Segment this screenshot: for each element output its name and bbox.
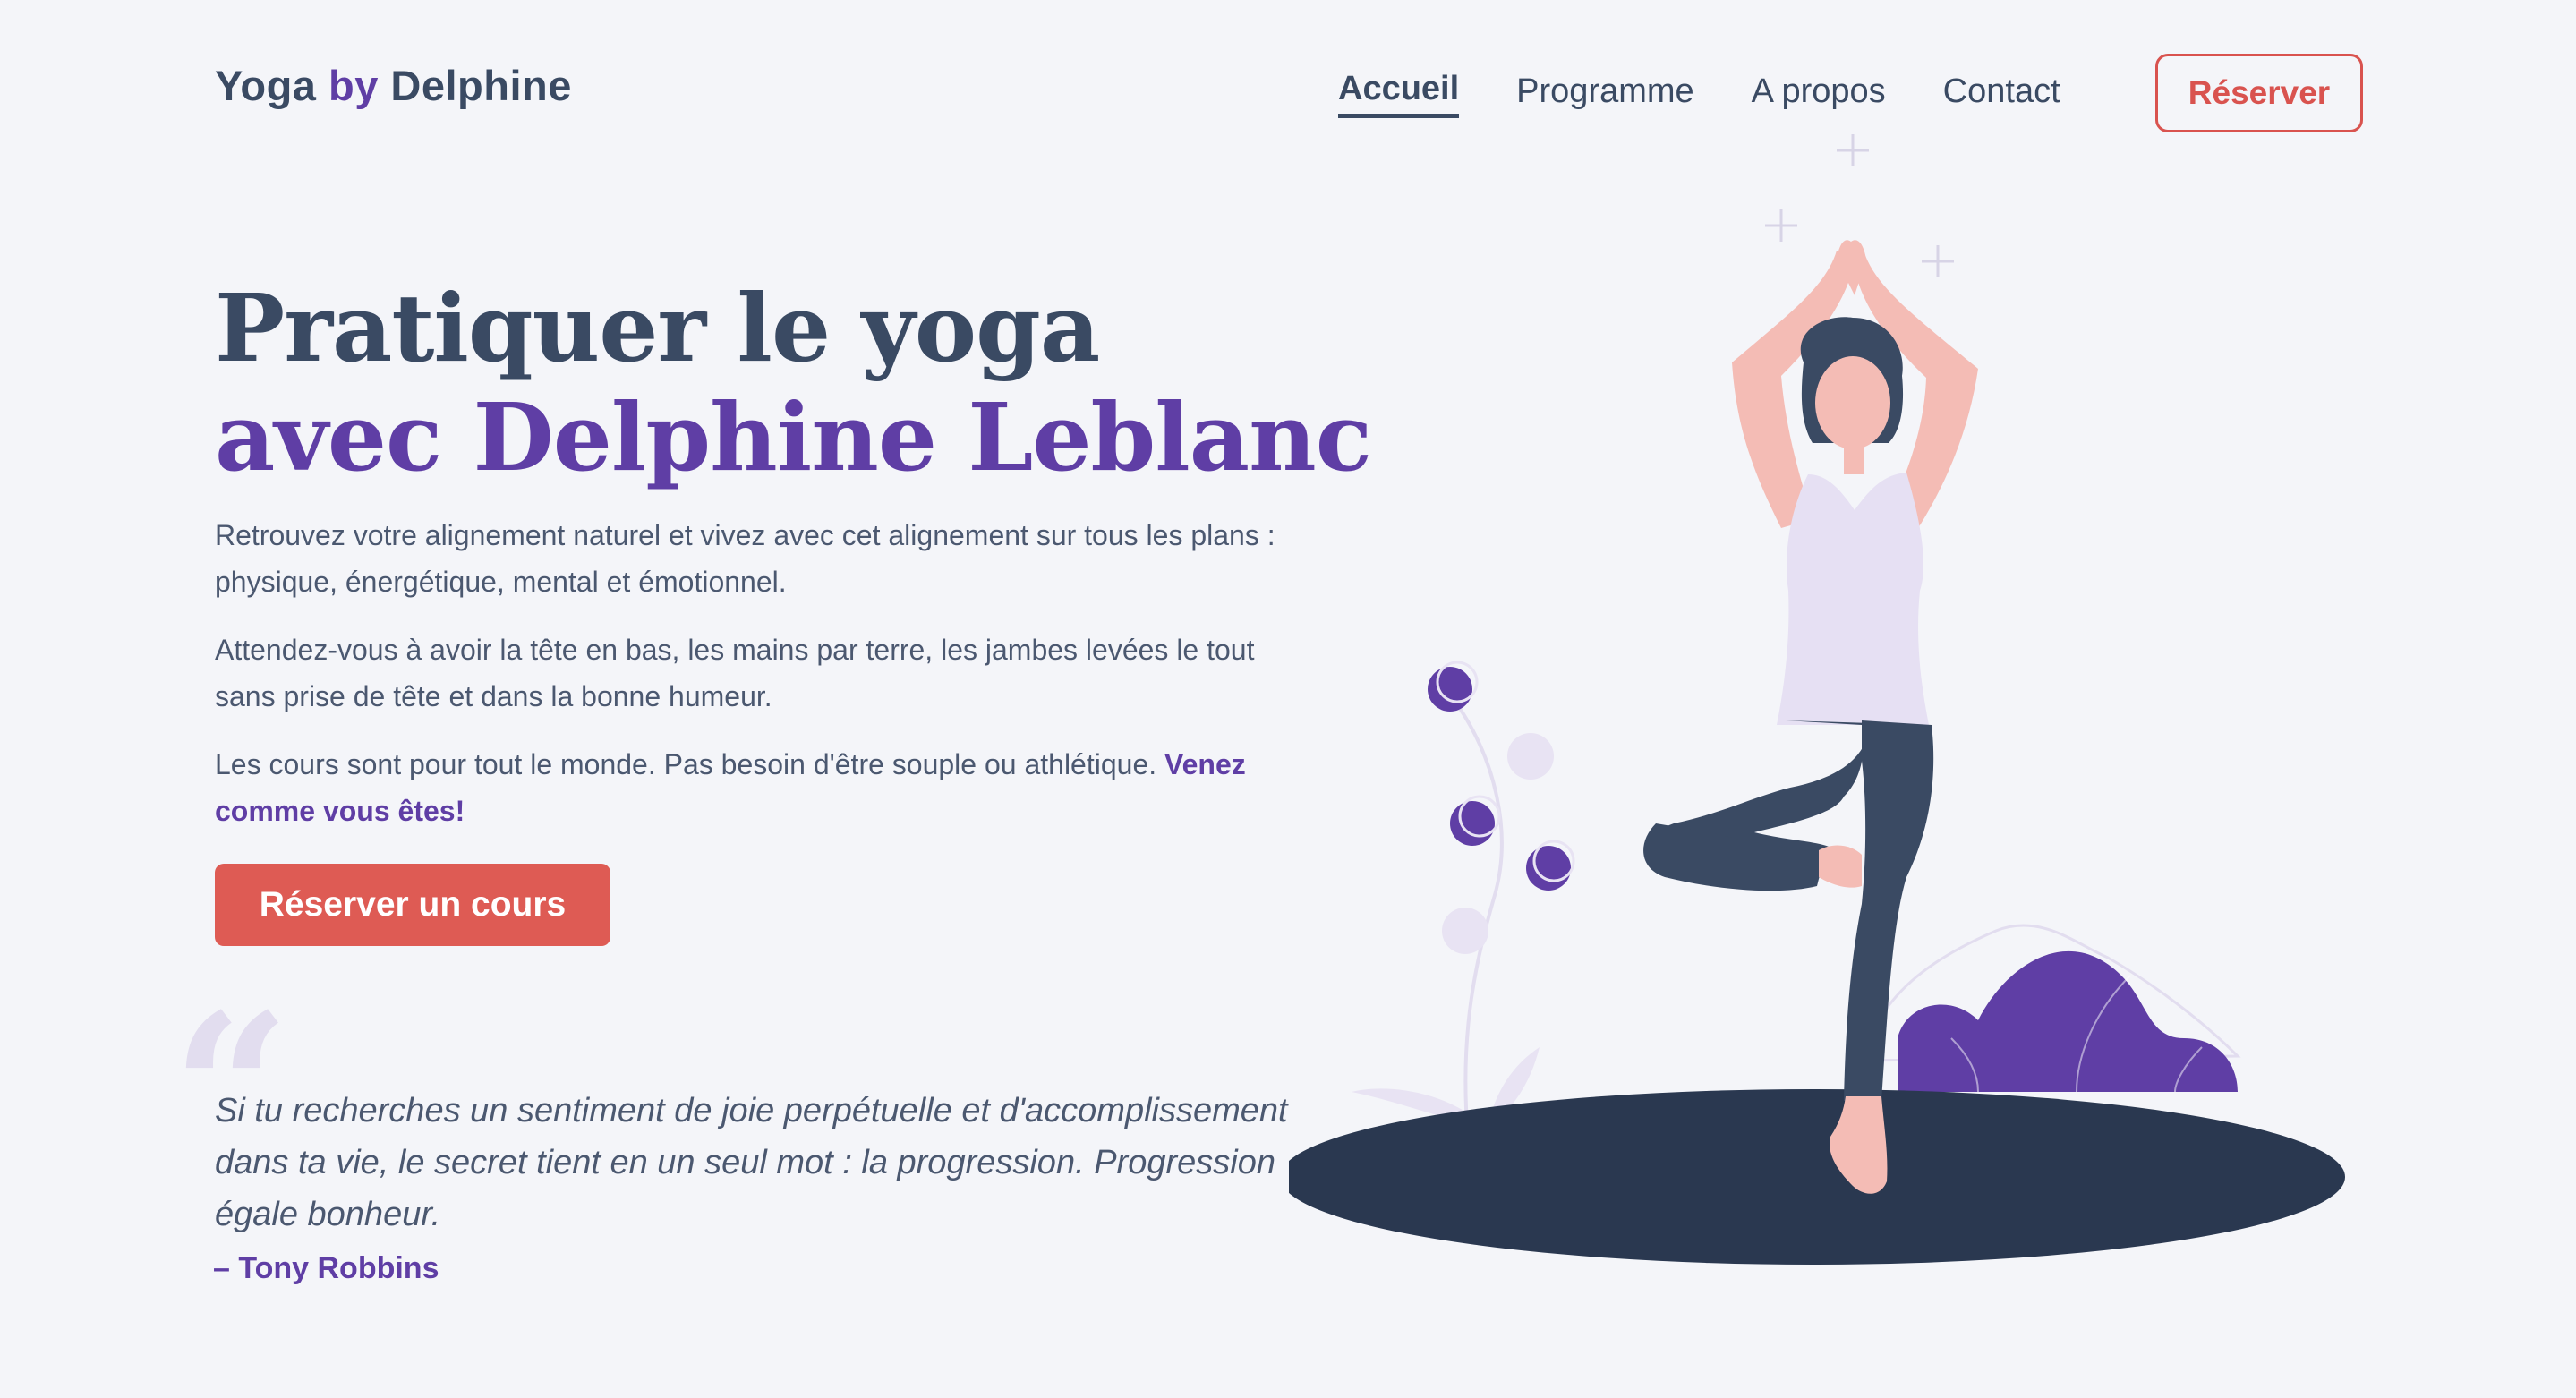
site-logo[interactable]: Yoga by Delphine bbox=[215, 61, 572, 110]
nav-link-accueil[interactable]: Accueil bbox=[1338, 70, 1460, 118]
yoga-mat bbox=[1289, 1089, 2345, 1265]
hero-title: Pratiquer le yoga avec Delphine Leblanc bbox=[215, 273, 1372, 492]
hero-paragraph-3: Les cours sont pour tout le monde. Pas b… bbox=[215, 741, 1289, 834]
nav-link-contact[interactable]: Contact bbox=[1943, 72, 2060, 116]
hero-paragraph-2: Attendez-vous à avoir la tête en bas, le… bbox=[215, 634, 1255, 712]
logo-text-yoga: Yoga bbox=[215, 62, 328, 109]
hero-title-line2: avec Delphine Leblanc bbox=[215, 382, 1372, 492]
nav-link-a-propos[interactable]: A propos bbox=[1752, 72, 1886, 116]
main-nav: Accueil Programme A propos Contact bbox=[1338, 70, 2118, 118]
quote-text: Si tu recherches un sentiment de joie pe… bbox=[215, 1092, 1288, 1233]
plant-illustration bbox=[1352, 661, 1575, 1138]
hero-title-line1: Pratiquer le yoga bbox=[215, 273, 1100, 383]
reserve-button[interactable]: Réserver bbox=[2155, 54, 2363, 132]
landing-page: Yoga by Delphine Accueil Programme A pro… bbox=[0, 0, 2576, 1398]
logo-text-by: by bbox=[328, 62, 379, 109]
bush-illustration bbox=[1860, 924, 2241, 1093]
nav-link-programme[interactable]: Programme bbox=[1516, 72, 1694, 116]
book-class-button[interactable]: Réserver un cours bbox=[215, 864, 610, 946]
hero-paragraph-3-text: Les cours sont pour tout le monde. Pas b… bbox=[215, 748, 1165, 780]
hero-description: Retrouvez votre alignement naturel et vi… bbox=[215, 512, 1289, 856]
logo-text-delphine: Delphine bbox=[378, 62, 572, 109]
woman-yoga-tree-pose-illustration bbox=[1289, 134, 2345, 1265]
quote-author: – Tony Robbins bbox=[213, 1251, 439, 1285]
hero-paragraph-1: Retrouvez votre alignement naturel et vi… bbox=[215, 519, 1275, 598]
